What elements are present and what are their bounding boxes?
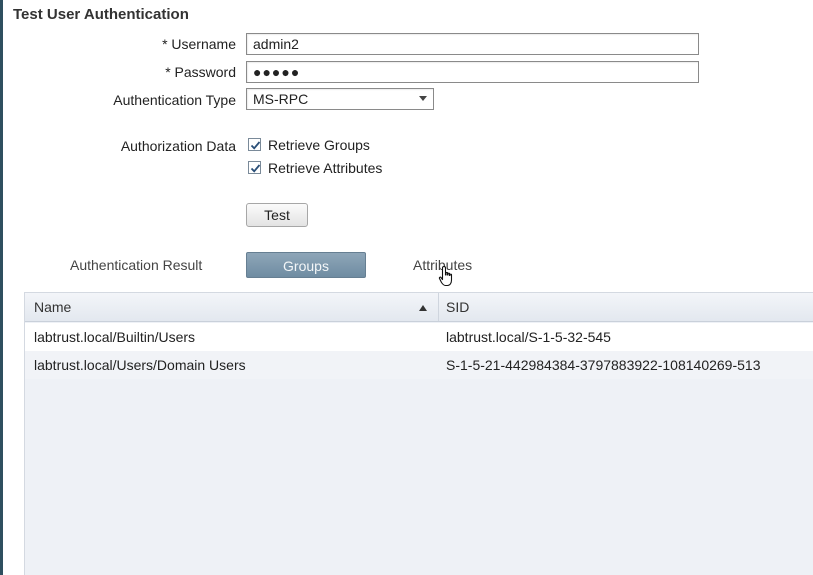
username-field[interactable]: admin2 (246, 33, 699, 55)
password-label-text: Password (174, 64, 236, 80)
checkmark-icon (250, 164, 261, 173)
test-button[interactable]: Test (246, 203, 308, 227)
username-label-text: Username (171, 36, 236, 52)
cell-name: labtrust.local/Builtin/Users (34, 329, 196, 345)
tab-authentication-result[interactable]: Authentication Result (70, 252, 230, 278)
password-field[interactable]: ●●●●● (246, 61, 699, 83)
groups-table: Name SID labtrust.local/Builtin/Users la… (24, 292, 813, 575)
auth-type-value: MS-RPC (253, 91, 309, 107)
dialog-title: Test User Authentication (13, 6, 189, 23)
checkmark-icon (250, 141, 261, 150)
auth-type-label: Authentication Type (113, 92, 236, 108)
table-row[interactable]: labtrust.local/Users/Domain Users S-1-5-… (25, 351, 813, 379)
retrieve-attributes-label: Retrieve Attributes (268, 160, 383, 176)
retrieve-groups-checkbox[interactable] (248, 138, 261, 151)
table-header: Name SID (25, 293, 813, 322)
required-mark: * (165, 64, 171, 80)
auth-type-select[interactable]: MS-RPC (246, 88, 434, 110)
cell-name: labtrust.local/Users/Domain Users (34, 357, 246, 373)
username-label: * Username (100, 36, 236, 52)
authorization-label: Authorization Data (120, 138, 236, 154)
column-header-sid[interactable]: SID (446, 293, 469, 321)
tab-attributes[interactable]: Attributes (413, 252, 503, 278)
tab-groups[interactable]: Groups (246, 252, 366, 278)
hand-pointer-icon (438, 265, 456, 292)
column-header-name[interactable]: Name (34, 293, 71, 321)
chevron-down-icon (419, 96, 427, 101)
password-label: * Password (100, 64, 236, 80)
window-edge (0, 0, 3, 575)
password-value: ●●●●● (253, 64, 301, 80)
sort-ascending-icon[interactable] (419, 305, 427, 311)
cell-sid: labtrust.local/S-1-5-32-545 (446, 329, 611, 345)
retrieve-groups-label: Retrieve Groups (268, 137, 370, 153)
username-value: admin2 (253, 36, 299, 52)
table-row[interactable]: labtrust.local/Builtin/Users labtrust.lo… (25, 323, 813, 351)
retrieve-attributes-checkbox[interactable] (248, 161, 261, 174)
column-divider (438, 293, 439, 321)
required-mark: * (162, 36, 168, 52)
cell-sid: S-1-5-21-442984384-3797883922-108140269-… (446, 357, 761, 373)
